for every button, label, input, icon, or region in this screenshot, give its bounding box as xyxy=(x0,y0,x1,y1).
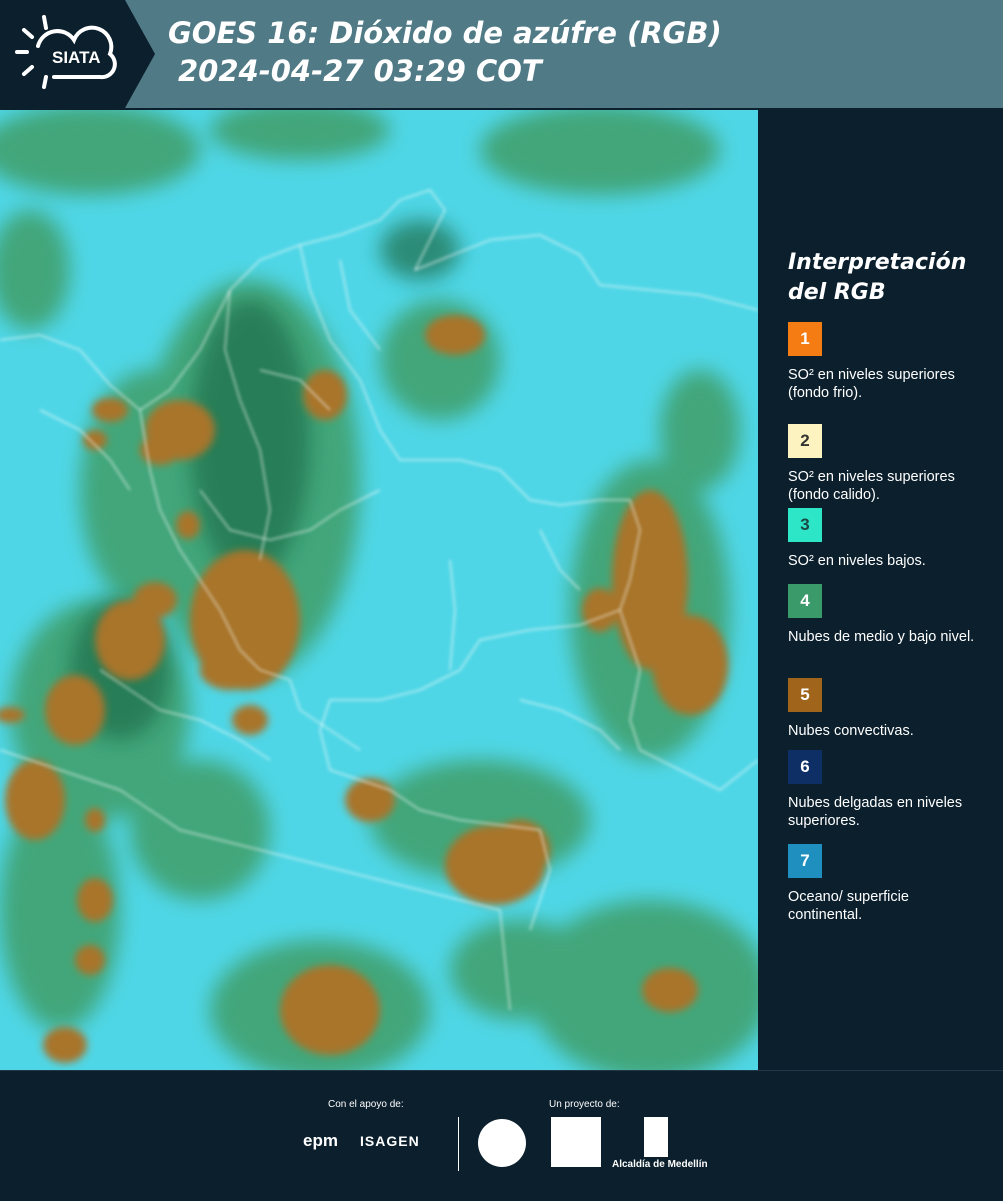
title-line-1: GOES 16: Dióxido de azúfre (RGB) xyxy=(168,16,722,50)
legend-swatch: 5 xyxy=(788,678,822,712)
legend-label: Oceano/ superficie continental. xyxy=(788,889,909,923)
footer-bar: Con el apoyo de: Un proyecto de: epm ISA… xyxy=(0,1070,1003,1201)
legend-item: 5 Nubes convectivas. xyxy=(788,678,988,740)
legend-swatch: 1 xyxy=(788,322,822,356)
footer-divider xyxy=(458,1117,459,1171)
header-bar: SIATA GOES 16: Dióxido de azúfre (RGB) 2… xyxy=(0,0,1003,108)
epm-logo[interactable]: epm xyxy=(303,1131,338,1151)
legend-label: SO² en niveles superiores (fondo frio). xyxy=(788,367,955,401)
area-metropolitana-logo[interactable] xyxy=(551,1117,601,1167)
legend-swatch: 4 xyxy=(788,584,822,618)
legend-label: Nubes de medio y bajo nivel. xyxy=(788,629,975,645)
legend-label: SO² en niveles bajos. xyxy=(788,553,926,569)
satellite-map[interactable] xyxy=(0,110,758,1070)
legend-item: 1 SO² en niveles superiores (fondo frio). xyxy=(788,322,988,402)
medellin-seal-icon[interactable] xyxy=(478,1119,526,1167)
legend-item: 7 Oceano/ superficie continental. xyxy=(788,844,988,924)
alcaldia-label: Alcaldía de Medellín xyxy=(612,1159,708,1170)
legend-label: Nubes convectivas. xyxy=(788,723,914,739)
legend-title: Interpretación del RGB xyxy=(788,250,967,305)
support-label: Con el apoyo de: xyxy=(328,1099,404,1110)
rgb-satellite-image xyxy=(0,110,758,1070)
page-title: GOES 16: Dióxido de azúfre (RGB) 2024-04… xyxy=(168,14,722,90)
legend-label: Nubes delgadas en niveles superiores. xyxy=(788,795,963,829)
legend-label: SO² en niveles superiores (fondo calido)… xyxy=(788,469,955,503)
project-label: Un proyecto de: xyxy=(549,1099,620,1110)
alcaldia-building-icon[interactable] xyxy=(644,1117,668,1157)
legend-item: 4 Nubes de medio y bajo nivel. xyxy=(788,584,988,646)
legend-swatch: 7 xyxy=(788,844,822,878)
isagen-logo[interactable]: ISAGEN xyxy=(360,1133,420,1149)
legend-panel: Interpretación del RGB 1 SO² en niveles s… xyxy=(758,110,1003,1070)
legend-swatch: 3 xyxy=(788,508,822,542)
title-line-2: 2024-04-27 03:29 COT xyxy=(178,54,542,88)
sun-cloud-icon: SIATA xyxy=(15,15,117,89)
legend-item: 3 SO² en niveles bajos. xyxy=(788,508,988,570)
logo-text: SIATA xyxy=(52,48,100,67)
legend-item: 6 Nubes delgadas en niveles superiores. xyxy=(788,750,988,830)
legend-swatch: 2 xyxy=(788,424,822,458)
legend-item: 2 SO² en niveles superiores (fondo calido… xyxy=(788,424,988,504)
legend-swatch: 6 xyxy=(788,750,822,784)
siata-logo[interactable]: SIATA xyxy=(0,0,155,108)
